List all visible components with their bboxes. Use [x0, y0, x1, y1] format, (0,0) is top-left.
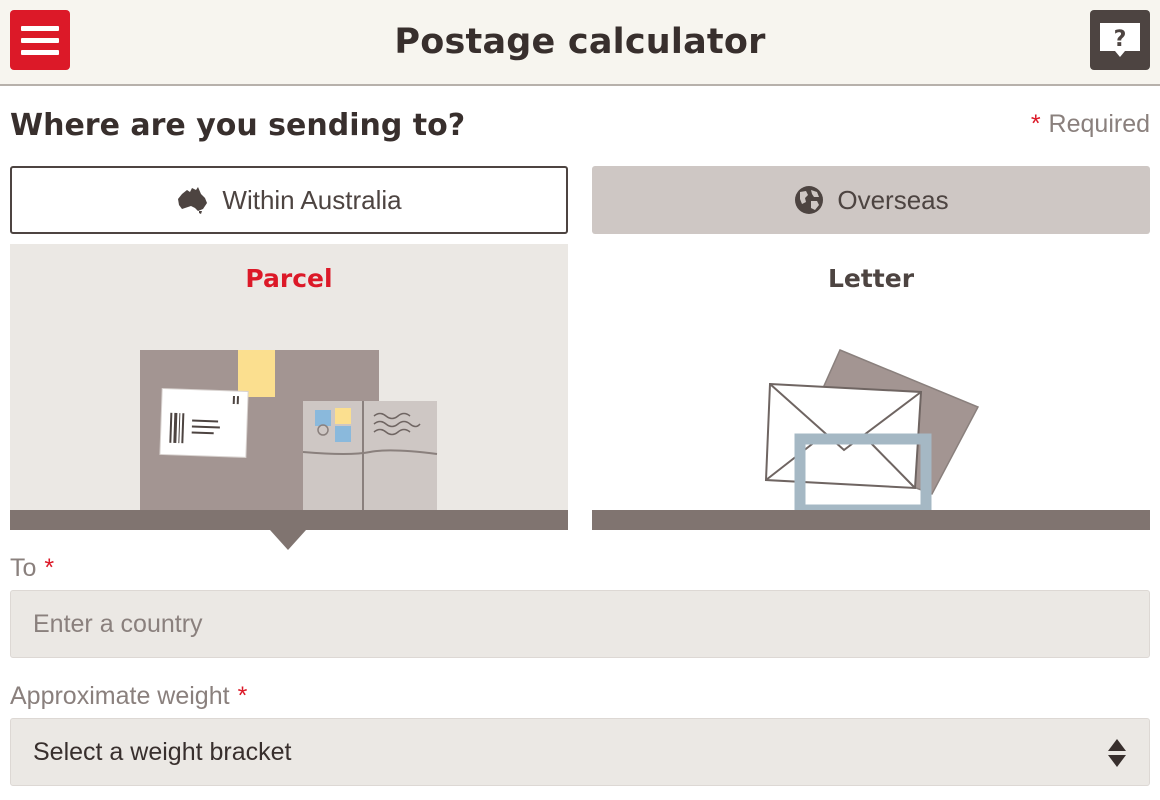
overseas-button[interactable]: Overseas: [592, 166, 1150, 234]
overseas-label: Overseas: [837, 184, 949, 215]
weight-select-value: Select a weight bracket: [33, 737, 292, 766]
selected-pointer: [270, 530, 306, 550]
required-label: Required: [1048, 110, 1150, 138]
required-note: * Required: [1031, 110, 1150, 139]
required-star: *: [1030, 110, 1041, 138]
top-bar: Postage calculator ?: [0, 0, 1160, 86]
to-required-star: *: [44, 554, 55, 582]
weight-field-label: Approximate weight *: [10, 682, 247, 711]
within-australia-label: Within Australia: [222, 184, 402, 215]
australia-icon: [178, 187, 208, 214]
select-arrows-icon: [1108, 739, 1126, 767]
to-label-text: To: [10, 554, 37, 582]
page-title: Postage calculator: [394, 22, 766, 62]
weight-label-text: Approximate weight: [10, 682, 230, 710]
svg-text:?: ?: [1114, 27, 1127, 52]
help-icon: ?: [1100, 23, 1140, 57]
letter-option[interactable]: Letter: [592, 244, 1150, 530]
parcel-base-bar: [10, 510, 568, 530]
parcel-illustration: [140, 350, 438, 510]
to-field-label: To *: [10, 554, 54, 583]
weight-select[interactable]: Select a weight bracket: [10, 718, 1150, 786]
weight-required-star: *: [237, 682, 248, 710]
within-australia-button[interactable]: Within Australia: [10, 166, 568, 234]
help-button[interactable]: ?: [1090, 10, 1150, 70]
globe-icon: [795, 186, 824, 214]
country-input[interactable]: Enter a country: [10, 590, 1150, 658]
letter-base-bar: [592, 510, 1150, 530]
letter-illustration: [764, 349, 980, 516]
destination-question: Where are you sending to?: [10, 108, 466, 143]
parcel-option[interactable]: Parcel: [10, 244, 568, 530]
